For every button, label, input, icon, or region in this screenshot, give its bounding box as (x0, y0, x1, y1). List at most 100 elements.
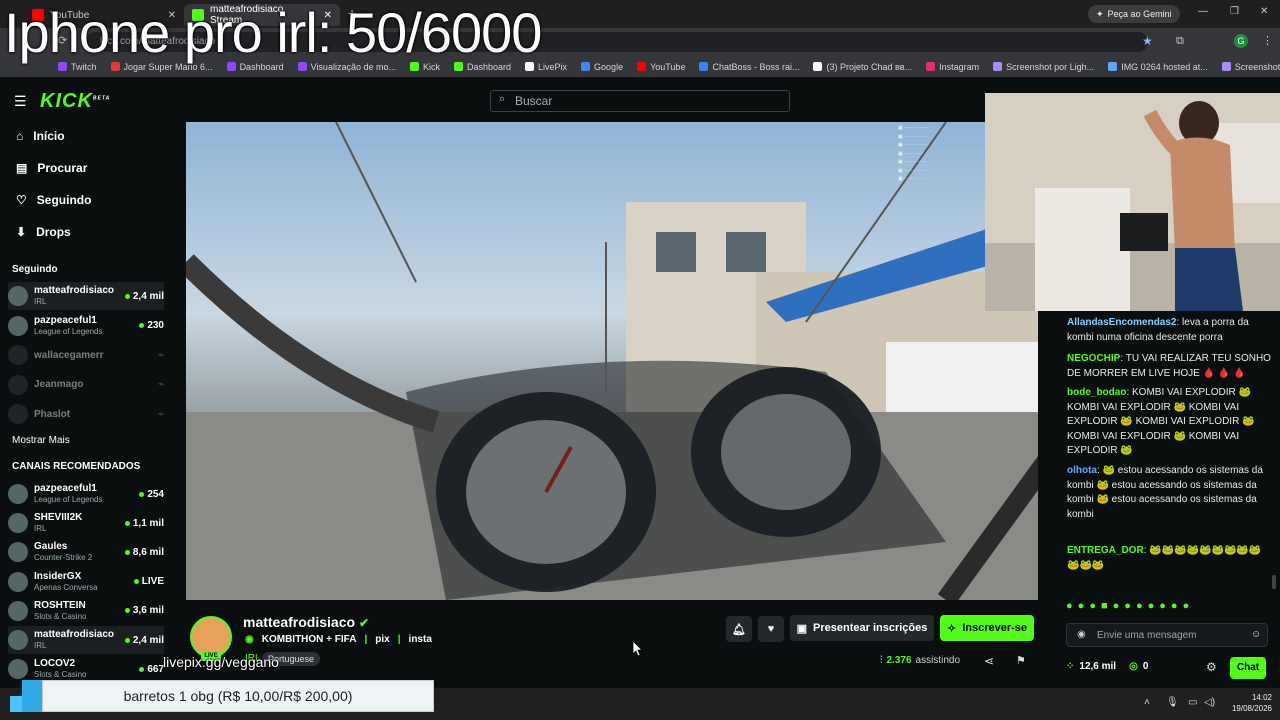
chat-username[interactable]: bode_bodao (1067, 387, 1126, 398)
video-player[interactable]: ▣ ······ ········ ▣ ······ ······· ▣ ·····… (186, 122, 1038, 600)
drops-icon: ⬇ (16, 225, 27, 239)
bookmark-item[interactable]: IMG 0264 hosted at... (1108, 62, 1208, 72)
chat-settings-gear-icon[interactable]: ⚙ (1206, 660, 1217, 674)
subscribe-button[interactable]: ✧ Inscrever-se (940, 615, 1034, 641)
channel-name: Jeanmago (34, 379, 84, 390)
channel-row[interactable]: matteafrodisiaco IRL 2,4 mil (8, 282, 164, 310)
nav-item-browse[interactable]: ▤ Procurar (16, 161, 87, 175)
channel-name: Phaslot (34, 408, 71, 420)
avatar (8, 513, 28, 534)
emote-icon[interactable]: ● (1183, 600, 1190, 616)
emote-icon[interactable]: ● (1136, 600, 1143, 616)
bookmark-item[interactable]: Google (581, 62, 623, 72)
channel-row[interactable]: pazpeaceful1 League of Legends 254 (8, 480, 164, 508)
channel-row[interactable]: Jeanmago ⌁ (8, 371, 164, 399)
offline-icon: ⌁ (157, 408, 164, 420)
channel-row[interactable]: Gaules Counter-Strike 2 8,6 mil (8, 538, 164, 566)
nav-item-heart[interactable]: ♡ Seguindo (16, 193, 91, 207)
chat-username[interactable]: NEGOCHIP (1067, 353, 1120, 364)
chat-username[interactable]: ENTREGA_DOR (1067, 545, 1144, 556)
profile-avatar[interactable]: G (1234, 34, 1248, 48)
channel-name: matteafrodisiaco (34, 629, 115, 640)
emote-quickbar: ● ● ● ■ ● ● ● ● ● ● ● (1066, 600, 1276, 616)
channel-row[interactable]: Phaslot ⌁ (8, 400, 164, 428)
channel-row[interactable]: LOCOV2 Slots & Casino 667 (8, 655, 164, 683)
maximize-icon[interactable]: ❐ (1230, 6, 1239, 17)
network-icon[interactable]: ▭ (1188, 697, 1197, 708)
volume-icon[interactable]: ◁) (1204, 697, 1215, 708)
bookmark-item[interactable]: YouTube (637, 62, 685, 72)
bookmark-favicon-icon (699, 62, 709, 71)
gemini-button[interactable]: ✦ Peça ao Gemini (1088, 5, 1180, 23)
bookmark-item[interactable]: Screenshot por Ligh... (1221, 62, 1280, 72)
emote-icon[interactable]: ● (1171, 600, 1178, 616)
avatar (8, 315, 28, 336)
nav-item-home[interactable]: ⌂ Início (16, 129, 65, 143)
system-clock[interactable]: 14:02 19/08/2026 (1226, 692, 1272, 714)
emoji-icon[interactable]: ☺ (1251, 629, 1261, 640)
live-dot-icon (124, 637, 130, 643)
bookmark-item[interactable]: ChatBoss - Boss rai... (699, 62, 799, 72)
channel-row[interactable]: pazpeaceful1 League of Legends 230 (8, 312, 164, 340)
live-dot-icon (139, 323, 145, 328)
channel-row[interactable]: InsiderGX Apenas Conversa LIVE (8, 568, 164, 596)
channel-name: Gaules (34, 541, 68, 553)
live-dot-icon (124, 520, 130, 526)
tray-chevron-icon[interactable]: ˄ (1144, 697, 1150, 708)
search-input[interactable]: ⌕ Buscar (490, 90, 790, 112)
gift-subs-button[interactable]: ▣ Presentear inscrições (790, 615, 934, 641)
viewer-count: ⫶ 2.376 assistindo (880, 655, 960, 666)
report-icon[interactable]: ⚑ (1016, 654, 1026, 667)
emote-icon[interactable]: ● (1066, 600, 1073, 616)
star-icon: ✧ (946, 622, 957, 635)
emote-icon[interactable]: ● (1159, 600, 1166, 616)
channel-name: pazpeaceful1 (34, 483, 97, 494)
channel-name: wallacegamerr (34, 349, 104, 361)
offline-icon: ⌁ (157, 379, 164, 390)
chat-username[interactable]: olhota (1067, 465, 1097, 476)
show-more-link[interactable]: Mostrar Mais (12, 435, 70, 446)
emote-icon[interactable]: ● (1124, 600, 1131, 616)
channel-name: matteafrodisiaco (34, 285, 115, 296)
channel-points[interactable]: ⁘ 12,6 mil ◎ 0 (1066, 661, 1148, 672)
hamburger-menu-icon[interactable]: ☰ (14, 93, 27, 110)
viewer-count: 230 (139, 320, 164, 331)
share-icon[interactable]: ⋖ (984, 654, 994, 668)
emote-icon[interactable]: ● (1078, 600, 1085, 616)
channel-row[interactable]: ROSHTEIN Slots & Casino 3,6 mil (8, 597, 164, 625)
tag-pix[interactable]: pix (375, 634, 389, 645)
bookmark-star-icon[interactable]: ★ (1142, 34, 1153, 48)
avatar (8, 600, 28, 621)
minimize-icon[interactable]: — (1198, 6, 1208, 17)
channel-row[interactable]: matteafrodisiaco IRL 2,4 mil (8, 626, 164, 654)
channel-name[interactable]: matteafrodisiaco ✔ (243, 614, 369, 630)
viewer-count: 1,1 mil (124, 518, 164, 529)
notification-bell-button[interactable]: 🔔︎ (726, 616, 752, 642)
kick-logo[interactable]: KICKBETA (40, 90, 110, 113)
bookmark-item[interactable]: (3) Projeto Chad вв... (813, 62, 912, 72)
channel-row[interactable]: SHEVIII2K IRL 1,1 mil (8, 509, 164, 537)
nav-item-drops[interactable]: ⬇ Drops (16, 225, 71, 239)
channel-row[interactable]: wallacegamerr ⌁ (8, 341, 164, 369)
extensions-icon[interactable]: ⧉ (1176, 35, 1184, 48)
menu-kebab-icon[interactable]: ⋮ (1262, 34, 1273, 47)
bookmark-favicon-icon (1108, 62, 1118, 71)
bookmark-item[interactable]: Screenshot por Ligh... (993, 62, 1094, 72)
chat-scrollbar[interactable] (1272, 575, 1276, 589)
tag-insta[interactable]: insta (409, 634, 432, 645)
chat-username[interactable]: AllandasEncomendas2 (1067, 317, 1176, 328)
bookmark-item[interactable]: Instagram (926, 62, 979, 72)
chat-send-button[interactable]: Chat (1230, 657, 1266, 679)
microphone-icon[interactable]: 🎙︎ (1166, 697, 1179, 708)
chat-message-input[interactable]: ◉ Envie uma mensagem ☺ (1066, 623, 1268, 647)
follow-heart-button[interactable]: ♥ (758, 616, 784, 642)
emote-icon[interactable]: ● (1148, 600, 1155, 616)
close-window-icon[interactable]: ✕ (1260, 6, 1268, 17)
bell-icon: 🔔︎ (732, 623, 746, 636)
bookmark-favicon-icon (993, 62, 1003, 71)
viewer-count: 2,4 mil (124, 291, 164, 302)
emote-icon[interactable]: ● (1089, 600, 1096, 616)
emote-icon[interactable]: ● (1113, 600, 1120, 616)
bookmark-favicon-icon (581, 62, 591, 71)
emote-icon[interactable]: ■ (1101, 600, 1108, 616)
